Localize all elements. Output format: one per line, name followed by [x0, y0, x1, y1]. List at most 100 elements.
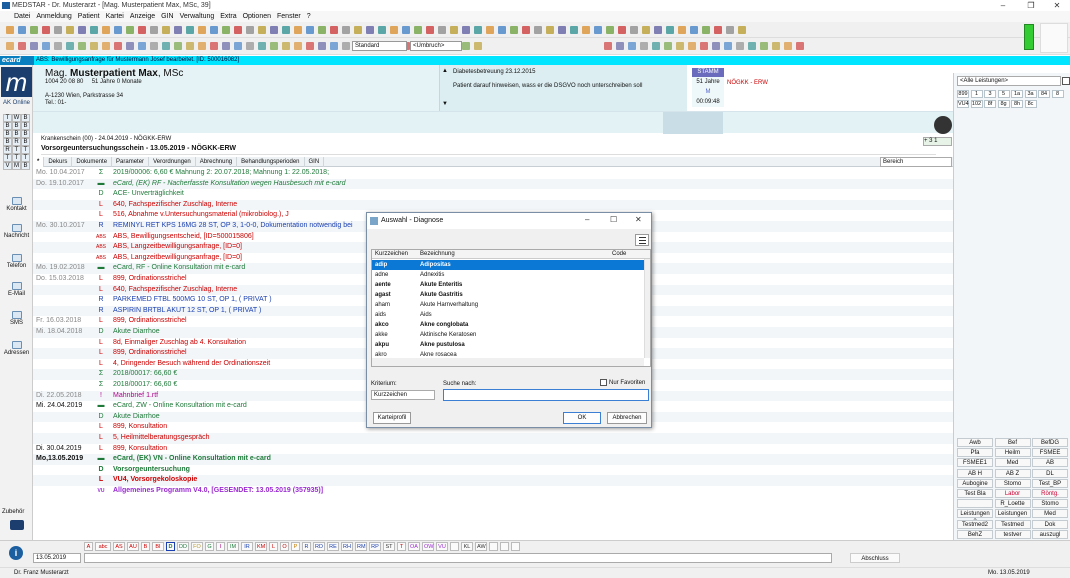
quick-grid-button[interactable]: B [21, 122, 30, 130]
menu-item[interactable]: ? [307, 13, 311, 20]
toolbar-button-icon[interactable] [306, 25, 314, 34]
code-button[interactable]: KM [255, 542, 267, 551]
format-button-icon[interactable] [210, 42, 218, 50]
format-button-icon[interactable] [700, 42, 708, 50]
abschluss-button[interactable]: Abschluss [850, 553, 900, 563]
list-vscrollbar[interactable] [644, 259, 650, 358]
panel-button[interactable]: Stomo [994, 478, 1031, 488]
toolbar-button-icon[interactable] [78, 25, 86, 34]
format-button-icon[interactable] [246, 42, 254, 50]
format-button-icon[interactable] [342, 42, 350, 50]
toolbar-button-icon[interactable] [366, 25, 374, 34]
list-view-icon[interactable] [635, 234, 649, 246]
toolbar-button-icon[interactable] [90, 25, 98, 34]
toolbar-button-icon[interactable] [606, 25, 614, 34]
menu-item[interactable]: GIN [161, 13, 173, 20]
toolbar-button-icon[interactable] [558, 25, 566, 34]
panel-button[interactable]: Pfa [957, 448, 993, 458]
format-button-icon[interactable] [772, 42, 780, 50]
toolbar-button-icon[interactable] [198, 25, 206, 34]
code-button[interactable]: ST [383, 542, 395, 551]
toolbar-button-icon[interactable] [246, 25, 254, 34]
quick-grid-button[interactable]: B [12, 130, 21, 138]
toolbar-button-icon[interactable] [474, 25, 482, 34]
leistung-key[interactable]: 3a [1024, 90, 1037, 98]
panel-button[interactable]: AB Z [994, 468, 1031, 478]
dialog-minimize-button[interactable]: – [585, 215, 589, 224]
format-button-icon[interactable] [628, 42, 636, 50]
sidebar-item-email[interactable]: E-Mail [0, 282, 33, 297]
format-button-icon[interactable] [640, 42, 648, 50]
quick-grid-button[interactable]: T [3, 114, 12, 122]
panel-button[interactable]: Awb [957, 438, 993, 447]
format-button-icon[interactable] [724, 42, 732, 50]
quick-grid-button[interactable]: R [12, 138, 21, 146]
abbrechen-button[interactable]: Abbrechen [607, 412, 647, 424]
code-button[interactable]: R [302, 542, 311, 551]
toolbar-button-icon[interactable] [498, 25, 506, 34]
toolbar-button-icon[interactable] [222, 25, 230, 34]
code-button[interactable]: IM [227, 542, 239, 551]
format-button-icon[interactable] [102, 42, 110, 50]
dialog-maximize-button[interactable]: ☐ [610, 215, 617, 224]
toolbar-button-icon[interactable] [726, 25, 734, 34]
toolbar-button-icon[interactable] [426, 25, 434, 34]
toolbar-button-icon[interactable] [582, 25, 590, 34]
ak-online-link[interactable]: AK Online [1, 100, 32, 106]
col-kurzzeichen[interactable]: Kurzzeichen [375, 251, 408, 257]
format-button-icon[interactable] [30, 42, 38, 50]
restore-button[interactable]: ❐ [1018, 0, 1044, 11]
sis-icon[interactable] [10, 520, 24, 530]
format-button-icon[interactable] [330, 42, 338, 50]
panel-button[interactable]: Dok [1032, 519, 1068, 529]
kartei-entry[interactable]: L VU4, Vorsorgekoloskopie [33, 475, 955, 486]
leistung-key[interactable]: 3 [984, 90, 996, 98]
format-button-icon[interactable] [306, 42, 314, 50]
krankenschein-label[interactable]: Krankenschein (00) - 24.04.2019 - NÖGKK-… [41, 136, 171, 142]
code-button[interactable]: OW [422, 542, 434, 551]
panel-button[interactable]: Heilm [994, 448, 1031, 458]
leistung-key[interactable]: 899 [957, 90, 969, 98]
panel-button[interactable]: testver [994, 529, 1031, 539]
code-button[interactable]: RD [313, 542, 325, 551]
menu-item[interactable]: Optionen [243, 13, 271, 20]
menu-item[interactable]: Fenster [277, 13, 301, 20]
quick-grid-button[interactable]: T [21, 146, 30, 154]
list-hscrollbar[interactable] [372, 358, 644, 366]
patient-note[interactable]: Diabetesbetreuung 23.12.2015 Patient dar… [449, 65, 687, 111]
format-button-icon[interactable] [784, 42, 792, 50]
toolbar-button-icon[interactable] [126, 25, 134, 34]
panel-button[interactable]: DL [1032, 468, 1068, 478]
format-button-icon[interactable] [138, 42, 146, 50]
toolbar-button-icon[interactable] [714, 25, 722, 34]
zubehor-label[interactable]: Zubehör [2, 509, 24, 515]
format-button-icon[interactable] [748, 42, 756, 50]
toolbar-button-icon[interactable] [162, 25, 170, 34]
diagnose-row[interactable]: aham Akute Harnverhaltung [372, 300, 644, 310]
code-button[interactable]: DD [177, 542, 189, 551]
quick-grid-button[interactable]: R [3, 146, 12, 154]
panel-button[interactable] [957, 499, 993, 509]
format-button-icon[interactable] [270, 42, 278, 50]
toolbar-button-icon[interactable] [522, 25, 530, 34]
panel-button[interactable]: Bef [994, 438, 1031, 447]
info-icon[interactable]: i [9, 546, 23, 560]
menu-item[interactable]: Verwaltung [180, 13, 215, 20]
panel-button[interactable]: Leistungen 2 [957, 509, 993, 525]
code-button[interactable]: IR [241, 542, 253, 551]
diagnose-row[interactable]: akpu Akne pustulosa [372, 340, 644, 350]
toolbar-button-icon[interactable] [390, 25, 398, 34]
code-button[interactable]: RE [327, 542, 339, 551]
format-button-icon[interactable] [42, 42, 50, 50]
panel-button[interactable]: Aubogine [957, 478, 993, 488]
toolbar-button-icon[interactable] [282, 25, 290, 34]
diagnose-row[interactable]: adne Adnexitis [372, 270, 644, 280]
panel-button[interactable]: Leistungen [994, 509, 1031, 519]
kartei-entry[interactable]: L 640, Fachspezifischer Zuschlag, Interne [33, 199, 955, 211]
quick-grid-button[interactable]: T [21, 154, 30, 162]
tab-abrechnung[interactable]: Abrechnung [196, 156, 238, 167]
format-button-icon[interactable] [198, 42, 206, 50]
minimize-button[interactable]: – [990, 0, 1016, 11]
patient-name[interactable]: Mag. Musterpatient Max, MSc [45, 68, 183, 79]
panel-button[interactable]: BehZ [957, 529, 993, 539]
